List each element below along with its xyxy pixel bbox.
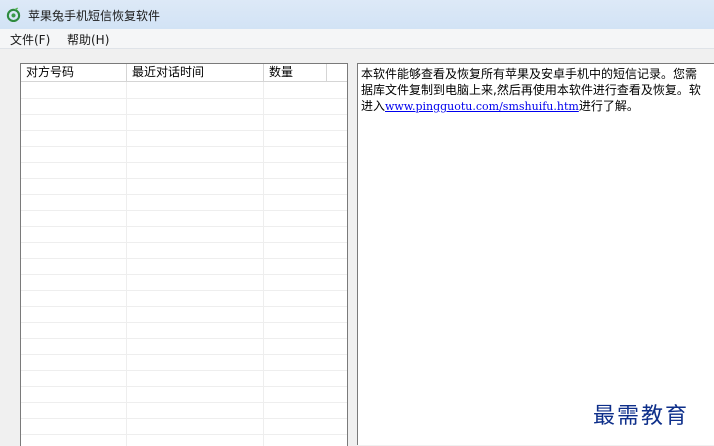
menu-bar: 文件(F) 帮助(H) (0, 29, 714, 49)
list-row-line (21, 226, 347, 227)
list-row-line (21, 178, 347, 179)
list-row-line (21, 210, 347, 211)
column-header-last-time[interactable]: 最近对话时间 (127, 64, 264, 81)
list-row-line (21, 114, 347, 115)
list-row-line (21, 418, 347, 419)
list-row-line (21, 434, 347, 435)
column-divider (263, 82, 264, 446)
conversation-list[interactable]: 对方号码 最近对话时间 数量 (20, 63, 348, 446)
list-row-line (21, 242, 347, 243)
column-divider (126, 82, 127, 446)
menu-help[interactable]: 帮助(H) (67, 31, 109, 48)
list-row-line (21, 146, 347, 147)
list-row-line (21, 338, 347, 339)
main-content: 对方号码 最近对话时间 数量 本软件能够查看及恢复所有苹果及安卓手机中的短信记录… (0, 49, 714, 446)
info-line-2: 据库文件复制到电脑上来,然后再使用本软件进行查看及恢复。软 (361, 83, 701, 97)
info-line-1: 本软件能够查看及恢复所有苹果及安卓手机中的短信记录。您需 (361, 67, 698, 81)
list-row-line (21, 162, 347, 163)
list-row-line (21, 306, 347, 307)
app-logo-icon (6, 7, 21, 22)
menu-file[interactable]: 文件(F) (10, 31, 50, 48)
list-row-line (21, 194, 347, 195)
window-title: 苹果兔手机短信恢复软件 (28, 9, 161, 23)
column-header-count[interactable]: 数量 (264, 64, 327, 81)
title-bar: 苹果兔手机短信恢复软件 (0, 0, 714, 29)
list-row-line (21, 402, 347, 403)
info-text-area[interactable]: 本软件能够查看及恢复所有苹果及安卓手机中的短信记录。您需 据库文件复制到电脑上来… (357, 63, 714, 445)
website-link[interactable]: www.pingguotu.com/smshuifu.htm (385, 100, 579, 113)
list-row-line (21, 370, 347, 371)
list-row-line (21, 386, 347, 387)
watermark-text: 最需教育 (593, 404, 690, 429)
list-row-line (21, 354, 347, 355)
info-line-3-suffix: 进行了解。 (578, 99, 639, 113)
list-row-line (21, 130, 347, 131)
list-row-line (21, 98, 347, 99)
list-row-line (21, 290, 347, 291)
list-row-line (21, 258, 347, 259)
list-row-line (21, 274, 347, 275)
list-body[interactable] (21, 82, 347, 446)
list-row-line (21, 322, 347, 323)
info-line-3: 进入www.pingguotu.com/smshuifu.htm进行了解。 (361, 98, 639, 115)
info-line-3-prefix: 进入 (361, 99, 386, 113)
column-header-number[interactable]: 对方号码 (21, 64, 127, 81)
list-header: 对方号码 最近对话时间 数量 (21, 64, 347, 82)
